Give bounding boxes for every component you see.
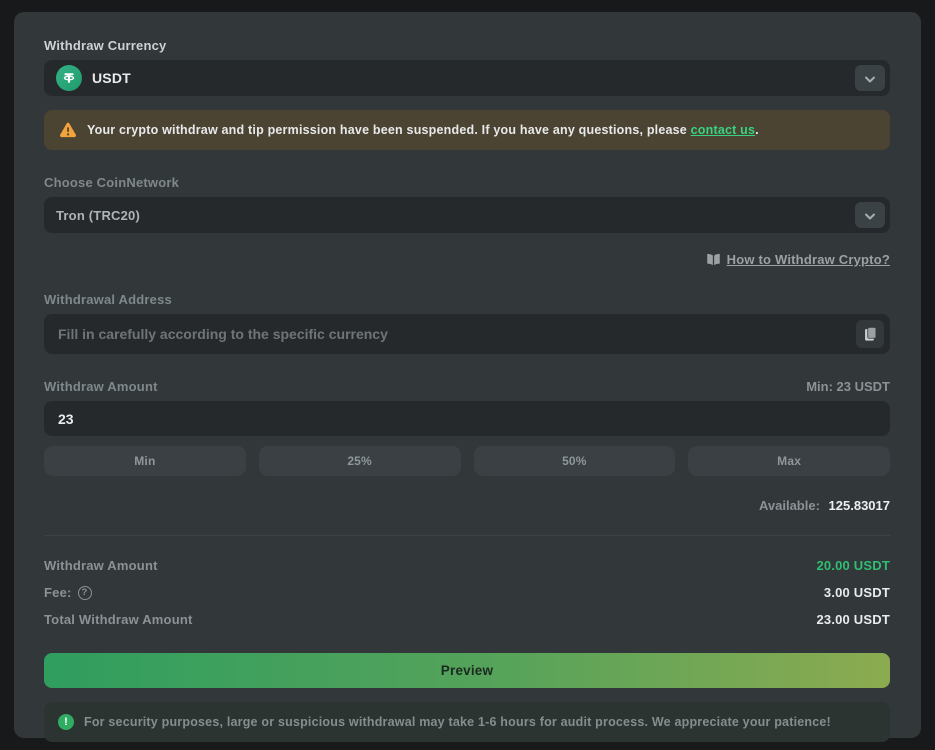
amount-input-wrap — [44, 401, 890, 436]
summary-row-fee: Fee: ? 3.00 USDT — [44, 579, 890, 606]
suspension-warning-banner: Your crypto withdraw and tip permission … — [44, 110, 890, 150]
amount-input[interactable] — [56, 410, 884, 428]
clipboard-icon — [864, 327, 877, 342]
min-button[interactable]: Min — [44, 446, 246, 476]
pct-50-button[interactable]: 50% — [474, 446, 676, 476]
security-notice-text: For security purposes, large or suspicio… — [84, 715, 831, 729]
how-to-withdraw-link[interactable]: How to Withdraw Crypto? — [727, 252, 890, 267]
preview-button[interactable]: Preview — [44, 653, 890, 688]
summary-row-total: Total Withdraw Amount 23.00 USDT — [44, 606, 890, 633]
info-exclamation-icon: ! — [58, 714, 74, 730]
warning-triangle-icon — [59, 122, 77, 138]
summary-withdraw-value: 20.00 USDT — [816, 558, 890, 573]
summary-row-withdraw-amount: Withdraw Amount 20.00 USDT — [44, 552, 890, 579]
amount-min-hint: Min: 23 USDT — [806, 379, 890, 394]
divider — [44, 535, 890, 536]
available-row: Available: 125.83017 — [44, 498, 890, 513]
currency-dropdown-button[interactable] — [855, 65, 885, 91]
address-label: Withdrawal Address — [44, 292, 890, 307]
summary-total-label: Total Withdraw Amount — [44, 612, 193, 627]
warning-text: Your crypto withdraw and tip permission … — [87, 123, 759, 137]
tether-icon — [56, 65, 82, 91]
network-value: Tron (TRC20) — [56, 208, 140, 223]
address-input[interactable] — [56, 325, 856, 343]
available-value: 125.83017 — [829, 498, 890, 513]
max-button[interactable]: Max — [688, 446, 890, 476]
withdraw-panel: Withdraw Currency USDT Your cryp — [14, 12, 921, 738]
book-icon — [706, 253, 721, 266]
network-label: Choose CoinNetwork — [44, 175, 890, 190]
currency-label: Withdraw Currency — [44, 38, 890, 53]
summary-fee-label: Fee: — [44, 585, 72, 600]
currency-value: USDT — [92, 70, 131, 86]
summary-section: Withdraw Amount 20.00 USDT Fee: ? 3.00 U… — [44, 552, 890, 633]
network-dropdown-button[interactable] — [855, 202, 885, 228]
quick-amount-row: Min 25% 50% Max — [44, 446, 890, 476]
network-select[interactable]: Tron (TRC20) — [44, 197, 890, 233]
help-row: How to Withdraw Crypto? — [44, 252, 890, 267]
paste-button[interactable] — [856, 320, 884, 348]
security-notice-banner: ! For security purposes, large or suspic… — [44, 702, 890, 742]
fee-help-icon[interactable]: ? — [78, 586, 92, 600]
pct-25-button[interactable]: 25% — [259, 446, 461, 476]
summary-withdraw-label: Withdraw Amount — [44, 558, 158, 573]
summary-total-value: 23.00 USDT — [816, 612, 890, 627]
address-input-wrap — [44, 314, 890, 354]
chevron-down-icon — [865, 208, 875, 223]
summary-fee-value: 3.00 USDT — [824, 585, 890, 600]
chevron-down-icon — [865, 71, 875, 86]
available-label: Available: — [759, 498, 820, 513]
currency-select[interactable]: USDT — [44, 60, 890, 96]
amount-label: Withdraw Amount — [44, 379, 158, 394]
amount-label-row: Withdraw Amount Min: 23 USDT — [44, 379, 890, 394]
contact-us-link[interactable]: contact us — [691, 123, 756, 137]
